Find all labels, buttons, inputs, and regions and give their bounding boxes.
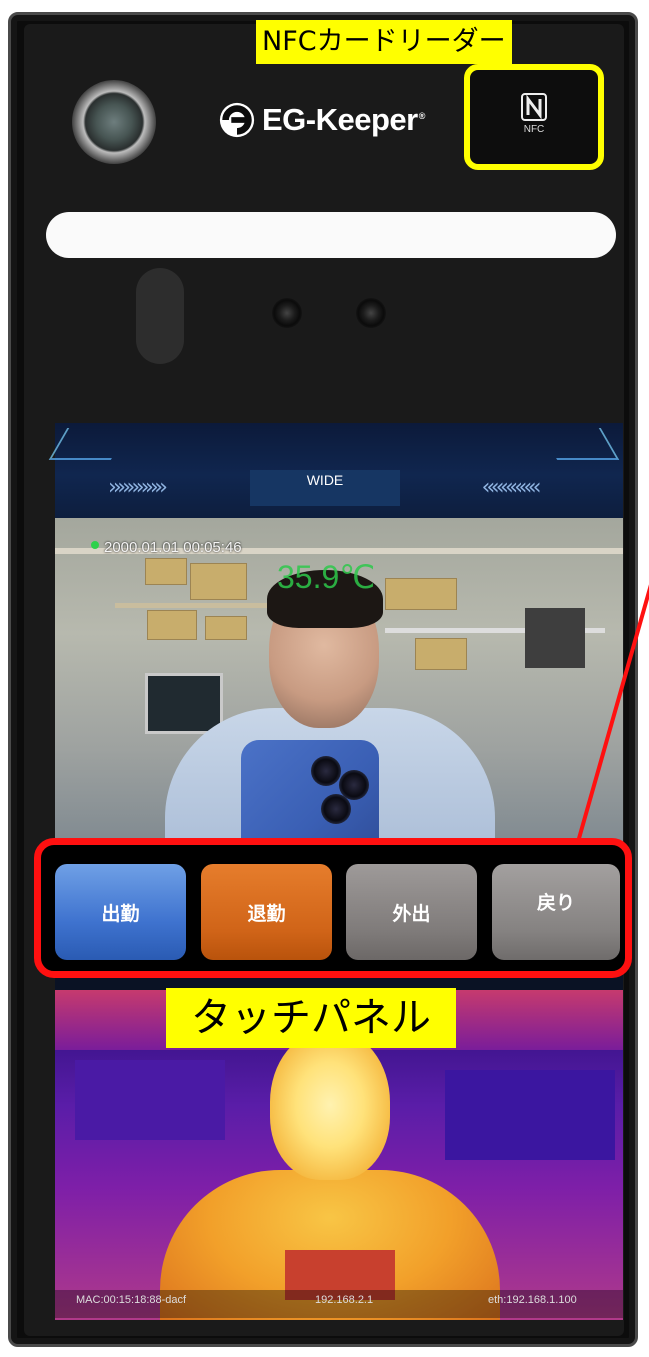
nfc-icon[interactable] (518, 92, 550, 122)
mac-address: MAC:00:15:18:88-dacf (76, 1294, 187, 1306)
nfc-reader-annotation: NFCカードリーダー (256, 20, 512, 64)
shelf-box (385, 578, 457, 610)
pointer-line (572, 584, 649, 857)
shelf-box (190, 563, 247, 600)
chevrons-right: «««««« (482, 475, 542, 500)
monitor (145, 673, 223, 734)
touch-panel-highlight (34, 838, 632, 978)
nfc-icon-label: NFC (523, 124, 545, 135)
ir-sensor-left (272, 298, 302, 328)
thermal-region (75, 1060, 225, 1140)
shelf-box (205, 616, 247, 640)
light-bar (46, 212, 616, 258)
phone-lens (321, 794, 351, 824)
ethernet-address: eth:192.168.1.100 (488, 1294, 577, 1306)
phone-lens (311, 756, 341, 786)
shelf-box (147, 610, 197, 640)
timestamp: 2000.01.01 00:05:46 (104, 539, 242, 556)
mode-label: WIDE (250, 470, 400, 506)
touch-panel-annotation: タッチパネル (166, 988, 456, 1048)
sensor-window (136, 268, 184, 364)
thermal-region (445, 1070, 615, 1160)
camera-lens (72, 80, 156, 164)
eg-logo-icon (219, 102, 255, 138)
brand-name: EG-Keeper® (262, 102, 425, 137)
chevrons-left: »»»»»» (108, 475, 168, 500)
recording-indicator (91, 541, 99, 549)
shelf-box (415, 638, 467, 670)
brand-logo: EG-Keeper® (218, 95, 425, 145)
shelf (115, 603, 275, 608)
ir-sensor-right (356, 298, 386, 328)
ip-address: 192.168.2.1 (315, 1294, 374, 1306)
phone (241, 740, 379, 848)
temperature-reading: 35.9℃ (277, 559, 376, 595)
thermal-face (270, 1030, 390, 1180)
shelf-box (145, 558, 187, 585)
